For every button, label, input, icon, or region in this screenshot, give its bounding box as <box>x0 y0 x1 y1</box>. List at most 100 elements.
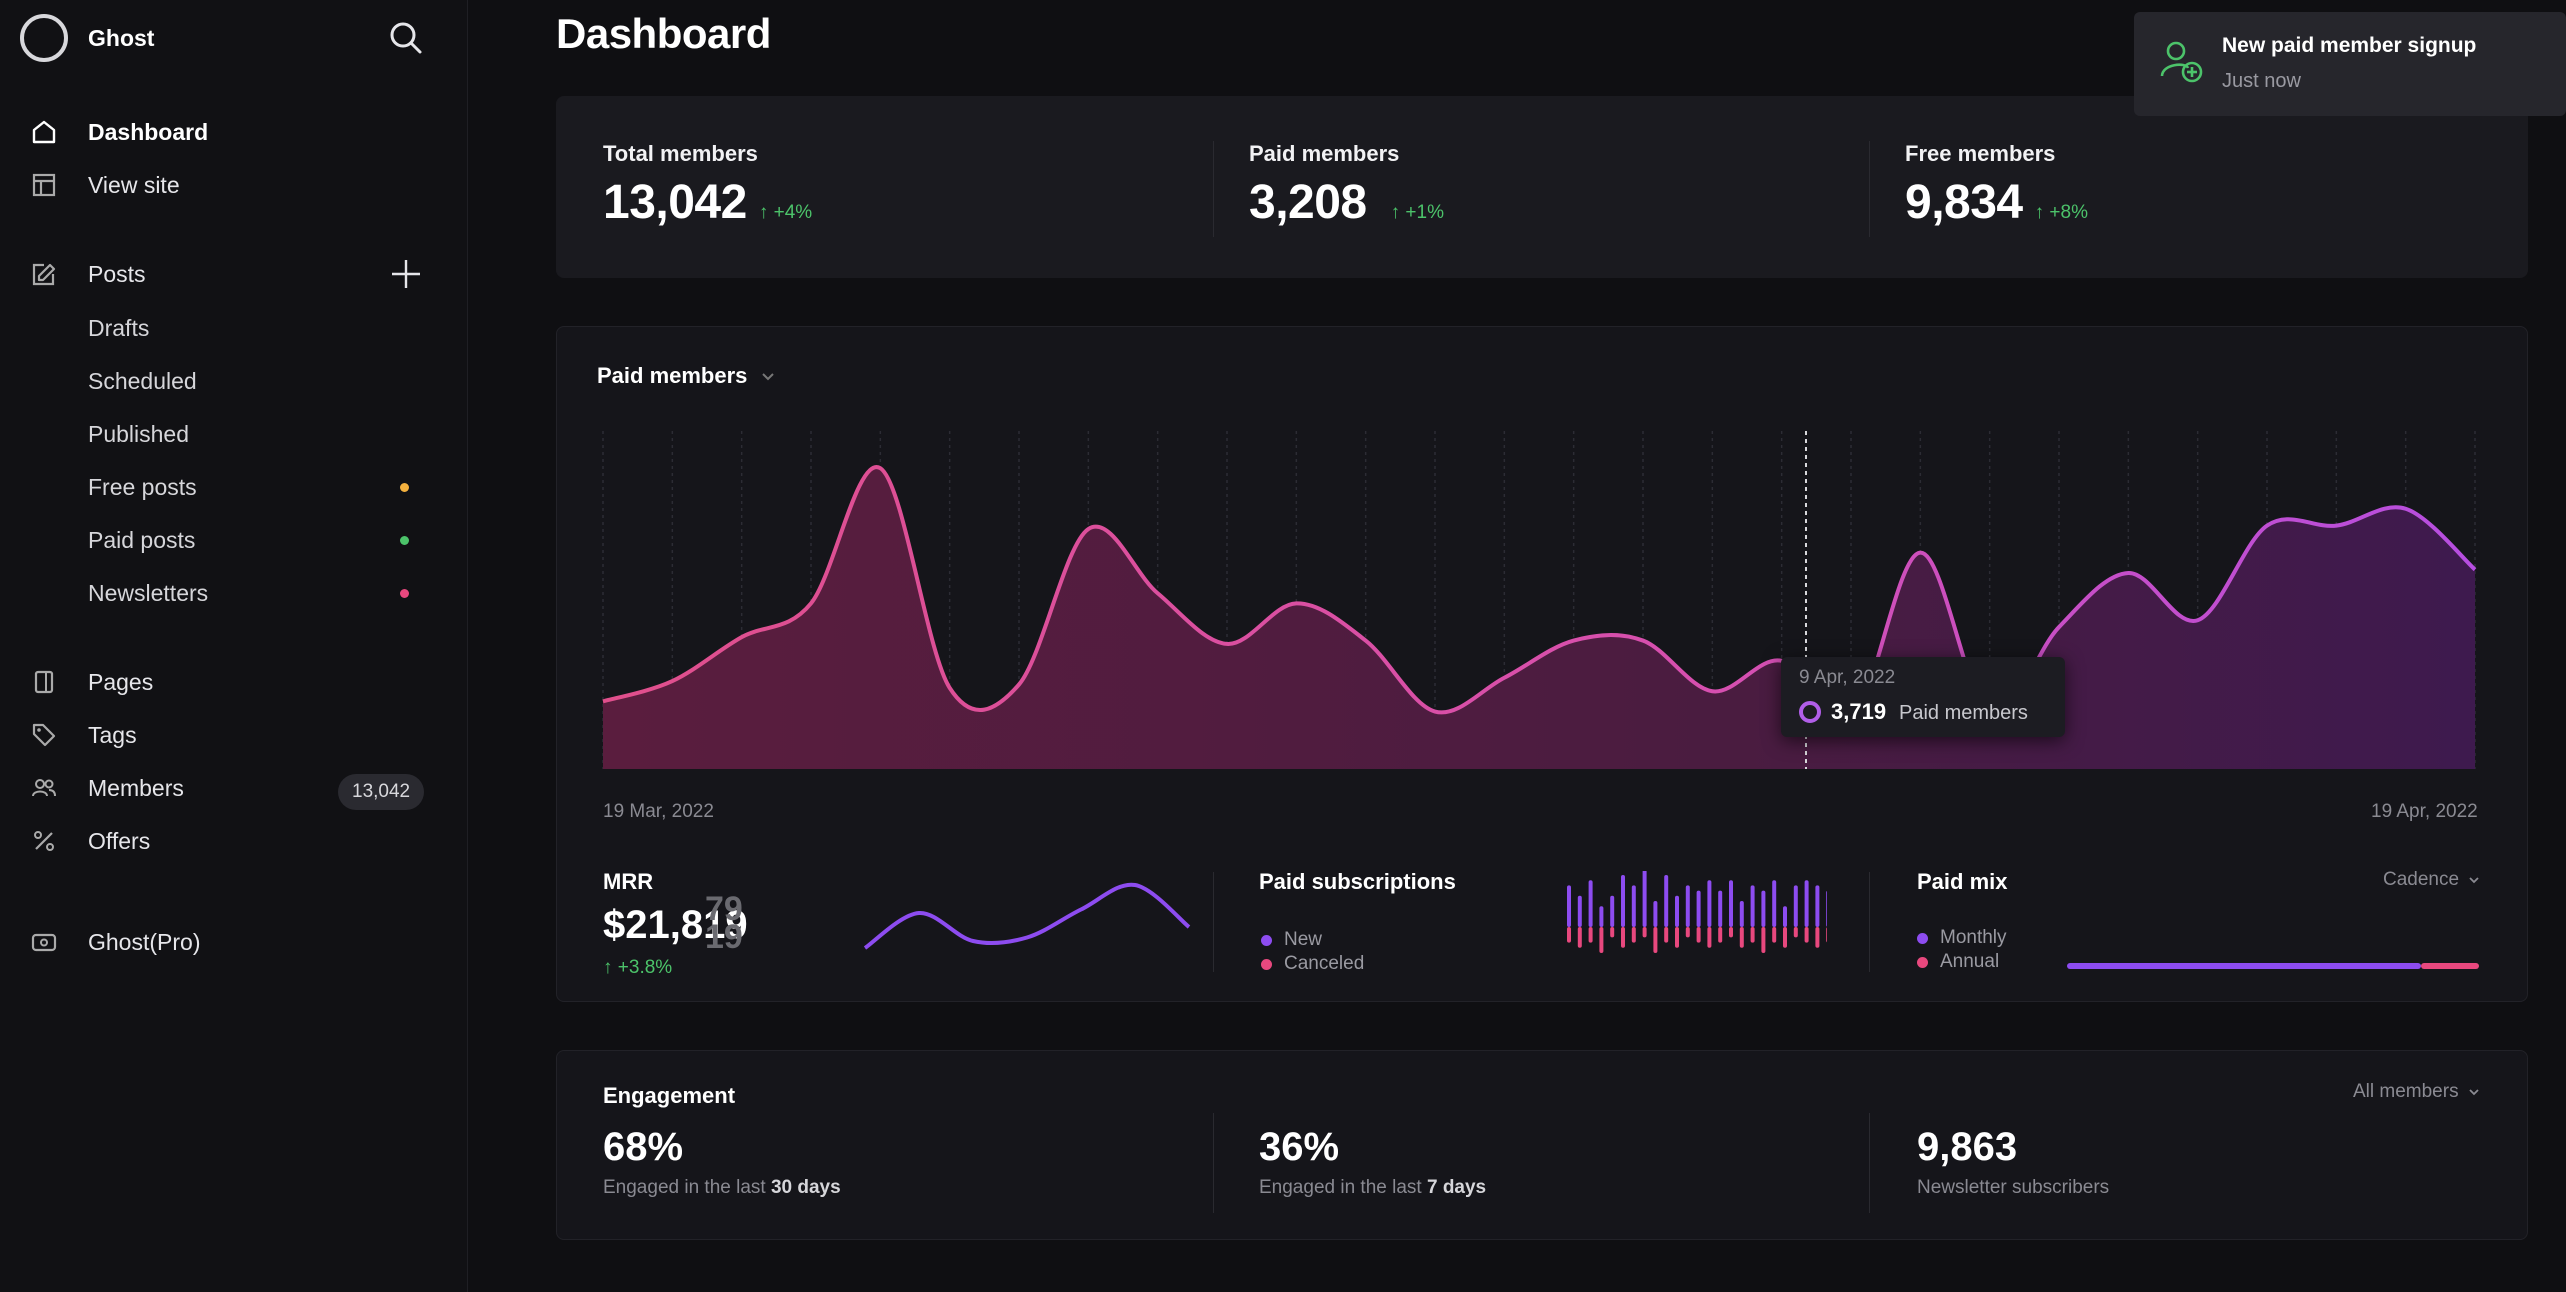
engagement-7d-value: 36% <box>1259 1125 1340 1169</box>
new-subscriptions-bar <box>1793 885 1798 927</box>
new-subscriptions-bar <box>1783 906 1787 927</box>
stat-label: Total members <box>603 141 758 166</box>
stat-total-members[interactable]: Total members 13,042 ↑ +4% <box>603 141 812 230</box>
sidebar-item-paid-posts[interactable]: Paid posts <box>88 520 195 560</box>
stat-free-members[interactable]: Free members 9,834 ↑ +8% <box>1905 141 2088 230</box>
new-post-plus-icon[interactable] <box>388 256 424 292</box>
new-subscriptions-bar <box>1685 885 1690 927</box>
sidebar-item-dashboard[interactable]: Dashboard <box>28 110 208 154</box>
sidebar-item-label: Pages <box>88 668 154 695</box>
engagement-filter-dropdown[interactable]: All members <box>2353 1081 2481 1103</box>
canceled-subscriptions-bar <box>1664 927 1669 943</box>
tooltip-marker-icon <box>1799 701 1821 723</box>
canceled-subscriptions-bar <box>1577 927 1582 948</box>
sidebar-item-label: View site <box>88 171 180 198</box>
new-subscriptions-bar <box>1664 875 1669 927</box>
divider <box>1213 1113 1214 1213</box>
ghost-logo-icon <box>20 14 68 62</box>
canceled-subscriptions-bar <box>1696 927 1701 943</box>
paid-members-chart-card: Paid members 9 Apr, 2022 3,719 Paid memb… <box>556 326 2528 1002</box>
canceled-subscriptions-bar <box>1815 927 1820 948</box>
x-axis-end-date: 19 Apr, 2022 <box>2371 801 2478 822</box>
members-icon <box>28 772 60 804</box>
sidebar-item-tags[interactable]: Tags <box>28 713 137 757</box>
chevron-down-icon <box>2469 877 2479 884</box>
legend-new: New <box>1261 929 1322 951</box>
canceled-subscriptions-bar <box>1718 927 1723 943</box>
brand[interactable]: Ghost <box>20 12 154 64</box>
sidebar-item-posts[interactable]: Posts <box>28 252 146 296</box>
sidebar-item-members[interactable]: Members <box>28 766 184 810</box>
sidebar-item-label: Offers <box>88 827 151 854</box>
toast-title: New paid member signup <box>2222 34 2477 57</box>
stat-delta: ↑ +1% <box>1390 202 1444 223</box>
stat-value: 9,834 <box>1905 176 2023 229</box>
new-subscriptions-bar <box>1707 880 1712 927</box>
sidebar-item-drafts[interactable]: Drafts <box>88 308 149 348</box>
notification-toast[interactable]: New paid member signup Just now <box>2134 12 2566 116</box>
sidebar-item-offers[interactable]: Offers <box>28 819 150 863</box>
legend-canceled: Canceled <box>1261 953 1364 975</box>
mix-bar-monthly <box>2067 963 2421 969</box>
divider <box>1213 141 1214 237</box>
series-area <box>603 467 2475 769</box>
mrr-title: MRR <box>603 869 654 894</box>
new-subscriptions-bar <box>1642 871 1647 927</box>
engagement-7d-desc: Engaged in the last 7 days <box>1259 1177 1487 1198</box>
members-count-badge: 13,042 <box>338 774 425 810</box>
new-subscriptions-bar <box>1826 891 1827 927</box>
legend-monthly: Monthly <box>1917 927 2007 949</box>
paid-subscriptions-bar-chart[interactable] <box>1557 871 1827 971</box>
sidebar-item-pages[interactable]: Pages <box>28 660 153 704</box>
sidebar-item-free-posts[interactable]: Free posts <box>88 467 197 507</box>
percent-icon <box>28 825 60 857</box>
sidebar-item-label: Posts <box>88 260 146 287</box>
canceled-subscriptions-bar <box>1631 927 1636 943</box>
canceled-subscriptions-bar <box>1642 927 1647 938</box>
sidebar-item-view-site[interactable]: View site <box>28 163 180 207</box>
sidebar-item-ghost-pro[interactable]: Ghost(Pro) <box>28 920 200 964</box>
new-subscriptions-bar <box>1718 890 1723 927</box>
new-subscriptions-bar <box>1599 906 1604 927</box>
search-icon[interactable] <box>386 18 426 58</box>
canceled-subscriptions-bar <box>1653 927 1658 953</box>
stat-label: Paid members <box>1249 141 1400 166</box>
canceled-subscriptions-bar <box>1772 927 1777 943</box>
divider <box>1213 872 1214 972</box>
engagement-30d-desc: Engaged in the last 30 days <box>603 1177 841 1198</box>
newsletters-dot <box>400 589 409 598</box>
new-subscriptions-bar <box>1567 885 1571 927</box>
new-subscriptions-bar <box>1696 890 1701 927</box>
legend-annual: Annual <box>1917 951 1999 973</box>
stat-label: Free members <box>1905 141 2056 166</box>
new-subscriptions-bar <box>1588 880 1593 927</box>
sidebar-item-label: Tags <box>88 721 137 748</box>
new-subscriptions-bar <box>1653 901 1658 927</box>
chart-tooltip: 9 Apr, 2022 3,719 Paid members <box>1781 657 2065 737</box>
toast-subtitle: Just now <box>2222 70 2301 92</box>
mrr-sparkline-path <box>863 882 1191 950</box>
canceled-subscriptions-bar <box>1685 927 1690 938</box>
canceled-subscriptions-bar <box>1610 927 1615 938</box>
canceled-subscriptions-bar <box>1804 927 1809 943</box>
canceled-subscriptions-bar <box>1761 927 1766 953</box>
paid-members-area-chart[interactable] <box>557 327 2529 787</box>
stat-paid-members[interactable]: Paid members 3,208 ↑ +1% <box>1249 141 1444 230</box>
cadence-dropdown[interactable]: Cadence <box>2383 869 2481 891</box>
new-subscriptions-bar <box>1750 885 1755 927</box>
new-subscriptions-bar <box>1729 880 1733 927</box>
sidebar-item-scheduled[interactable]: Scheduled <box>88 361 197 401</box>
stat-delta: ↑ +8% <box>2034 202 2088 223</box>
new-subscriptions-bar <box>1761 890 1766 927</box>
sidebar-item-published[interactable]: Published <box>88 414 189 454</box>
tooltip-date: 9 Apr, 2022 <box>1799 667 1896 688</box>
canceled-subscriptions-bar <box>1793 927 1798 938</box>
engagement-30d-value: 68% <box>603 1125 684 1169</box>
x-axis-start-date: 19 Mar, 2022 <box>603 801 714 822</box>
divider <box>1869 872 1870 972</box>
engagement-card: Engagement All members 68% Engaged in th… <box>556 1050 2528 1240</box>
canceled-subscriptions-bar <box>1750 927 1755 943</box>
mrr-sparkline[interactable] <box>857 867 1197 977</box>
free-posts-dot <box>400 483 409 492</box>
sidebar-item-newsletters[interactable]: Newsletters <box>88 573 208 613</box>
